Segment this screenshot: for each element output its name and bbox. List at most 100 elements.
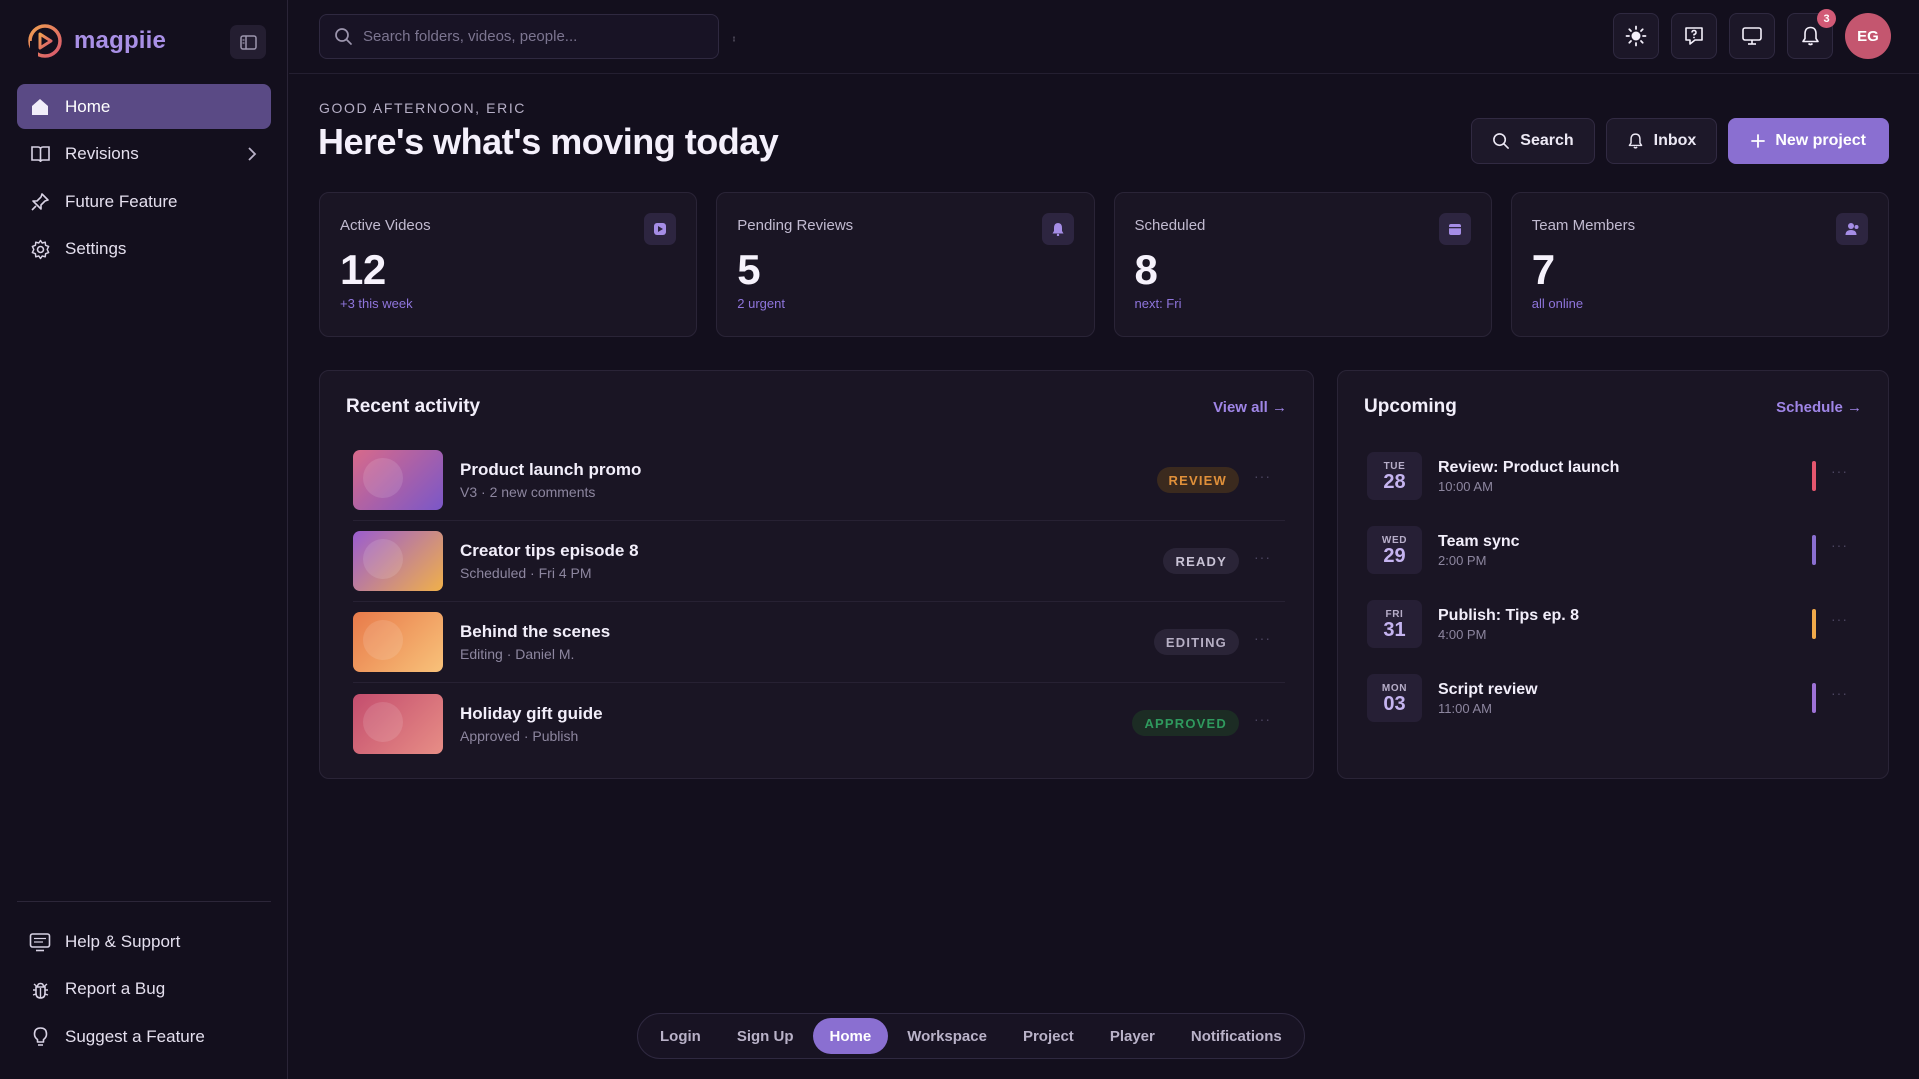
stat-card-team-members[interactable]: Team Members 7 all online xyxy=(1510,192,1889,337)
switcher-notifications[interactable]: Notifications xyxy=(1174,1018,1299,1054)
switcher-player[interactable]: Player xyxy=(1093,1018,1172,1054)
switcher-login[interactable]: Login xyxy=(643,1018,718,1054)
upcoming-title: Script review xyxy=(1438,680,1538,698)
date-day: 29 xyxy=(1383,544,1406,567)
user-avatar[interactable]: EG xyxy=(1845,13,1891,59)
home-icon xyxy=(29,96,51,118)
activity-row[interactable]: Behind the scenes Editing · Daniel M. ED… xyxy=(353,602,1285,683)
upcoming-list: TUE 28 Review: Product launch 10:00 AM ·… xyxy=(1367,439,1862,735)
upcoming-time: 10:00 AM xyxy=(1438,478,1493,494)
sidebar-item-help-support[interactable]: Help & Support xyxy=(17,919,271,964)
top-actions: 3 EG xyxy=(1613,9,1891,59)
theme-toggle-button[interactable] xyxy=(1613,13,1659,59)
sidebar-nav: Home Revisions Future Feature Settings xyxy=(17,84,271,274)
upcoming-item[interactable]: FRI 31 Publish: Tips ep. 8 4:00 PM ··· xyxy=(1367,587,1862,661)
page-title: Here's what's moving today xyxy=(318,121,779,162)
stat-card-scheduled[interactable]: Scheduled 8 next: Fri xyxy=(1113,192,1492,337)
sidebar-item-revisions[interactable]: Revisions xyxy=(17,132,271,177)
brand[interactable]: magpiie xyxy=(26,22,166,60)
upcoming-item[interactable]: WED 29 Team sync 2:00 PM ··· xyxy=(1367,513,1862,587)
stat-value: 7 xyxy=(1531,246,1555,293)
search-button[interactable]: Search xyxy=(1471,118,1595,164)
bell-icon xyxy=(1801,26,1819,46)
present-button[interactable] xyxy=(1729,13,1775,59)
stat-sub: all online xyxy=(1531,296,1584,311)
new-project-button[interactable]: New project xyxy=(1728,118,1889,164)
activity-meta: Editing · Daniel M. xyxy=(460,646,575,662)
sidebar-item-home[interactable]: Home xyxy=(17,84,271,129)
video-thumbnail[interactable] xyxy=(353,612,443,672)
play-icon xyxy=(644,213,677,245)
sidebar-item-report-bug[interactable]: Report a Bug xyxy=(17,967,271,1012)
activity-title: Creator tips episode 8 xyxy=(460,541,639,560)
status-badge: APPROVED xyxy=(1132,710,1239,736)
stats-row: Active Videos 12 +3 this week Pending Re… xyxy=(319,192,1889,337)
switcher-project[interactable]: Project xyxy=(1006,1018,1091,1054)
sidebar-item-suggest-feature[interactable]: Suggest a Feature xyxy=(17,1014,271,1059)
more-options-icon[interactable]: ··· xyxy=(1831,685,1848,701)
color-indicator xyxy=(1812,683,1816,713)
stat-value: 12 xyxy=(340,246,386,293)
sun-icon xyxy=(1625,25,1647,47)
upcoming-panel: Upcoming Schedule → TUE 28 Review: Produ… xyxy=(1337,370,1889,779)
stat-value: 8 xyxy=(1134,246,1158,293)
date-weekday: MON xyxy=(1381,682,1408,694)
video-thumbnail[interactable] xyxy=(353,693,443,754)
date-box: WED 29 xyxy=(1367,526,1422,574)
more-options-icon[interactable]: ··· xyxy=(1254,468,1271,484)
search-input[interactable] xyxy=(363,28,703,45)
more-options-icon[interactable]: ··· xyxy=(1254,549,1271,565)
view-all-link[interactable]: View all → xyxy=(1213,399,1287,416)
switcher-home[interactable]: Home xyxy=(812,1018,889,1054)
sidebar-item-label: Report a Bug xyxy=(65,979,166,998)
search-button-label: Search xyxy=(1520,132,1574,149)
help-button[interactable] xyxy=(1671,13,1717,59)
top-bar: 3 EG xyxy=(289,0,1919,74)
date-weekday: TUE xyxy=(1383,460,1406,472)
inbox-button[interactable]: Inbox xyxy=(1605,118,1718,164)
help-icon xyxy=(1685,27,1703,45)
video-thumbnail[interactable] xyxy=(353,450,443,510)
more-options-icon[interactable]: ··· xyxy=(1831,463,1848,479)
stat-sub: 2 urgent xyxy=(737,296,785,311)
activity-row[interactable]: Creator tips episode 8 Scheduled · Fri 4… xyxy=(353,521,1285,602)
status-badge: READY xyxy=(1163,548,1239,574)
upcoming-item[interactable]: MON 03 Script review 11:00 AM ··· xyxy=(1367,661,1862,735)
more-options-icon[interactable]: ··· xyxy=(1831,537,1848,553)
sidebar-collapse-button[interactable] xyxy=(230,25,266,59)
panel-title: Upcoming xyxy=(1364,396,1457,417)
activity-row[interactable]: Holiday gift guide Approved · Publish AP… xyxy=(353,683,1285,764)
schedule-link[interactable]: Schedule → xyxy=(1776,399,1862,416)
date-day: 28 xyxy=(1383,470,1406,493)
notifications-button[interactable]: 3 xyxy=(1787,9,1836,59)
magpiie-logo-icon xyxy=(28,24,62,60)
lightbulb-icon xyxy=(29,1026,51,1048)
calendar-icon xyxy=(1438,213,1471,245)
notification-count-badge: 3 xyxy=(1817,9,1836,28)
date-box: MON 03 xyxy=(1367,674,1422,722)
more-options-icon[interactable]: ··· xyxy=(1254,711,1271,727)
sidebar-item-label: Future Feature xyxy=(65,191,178,211)
upcoming-item[interactable]: TUE 28 Review: Product launch 10:00 AM ·… xyxy=(1367,439,1862,513)
sidebar-toggle-icon xyxy=(239,34,257,50)
switcher-workspace[interactable]: Workspace xyxy=(890,1018,1004,1054)
color-indicator xyxy=(1812,461,1816,491)
activity-title: Holiday gift guide xyxy=(460,703,603,723)
activity-row[interactable]: Product launch promo V3 · 2 new comments… xyxy=(353,440,1285,521)
greeting: GOOD AFTERNOON, ERIC xyxy=(319,100,527,116)
activity-meta: V3 · 2 new comments xyxy=(460,484,596,500)
more-options-icon[interactable]: ··· xyxy=(1831,611,1848,627)
global-search[interactable] xyxy=(319,14,719,59)
color-indicator xyxy=(1812,609,1816,639)
sidebar-item-future-feature[interactable]: Future Feature xyxy=(17,179,271,224)
switcher-sign-up[interactable]: Sign Up xyxy=(720,1018,811,1054)
sidebar-item-label: Suggest a Feature xyxy=(65,1026,205,1046)
chevron-right-icon[interactable] xyxy=(247,146,257,162)
stat-card-active-videos[interactable]: Active Videos 12 +3 this week xyxy=(319,192,698,337)
stat-card-pending-reviews[interactable]: Pending Reviews 5 2 urgent xyxy=(716,192,1095,337)
stat-label: Team Members xyxy=(1531,217,1636,234)
more-options-icon[interactable]: ··· xyxy=(1254,630,1271,646)
video-thumbnail[interactable] xyxy=(353,531,443,591)
stat-sub: +3 this week xyxy=(340,296,413,311)
sidebar-item-settings[interactable]: Settings xyxy=(17,227,271,272)
